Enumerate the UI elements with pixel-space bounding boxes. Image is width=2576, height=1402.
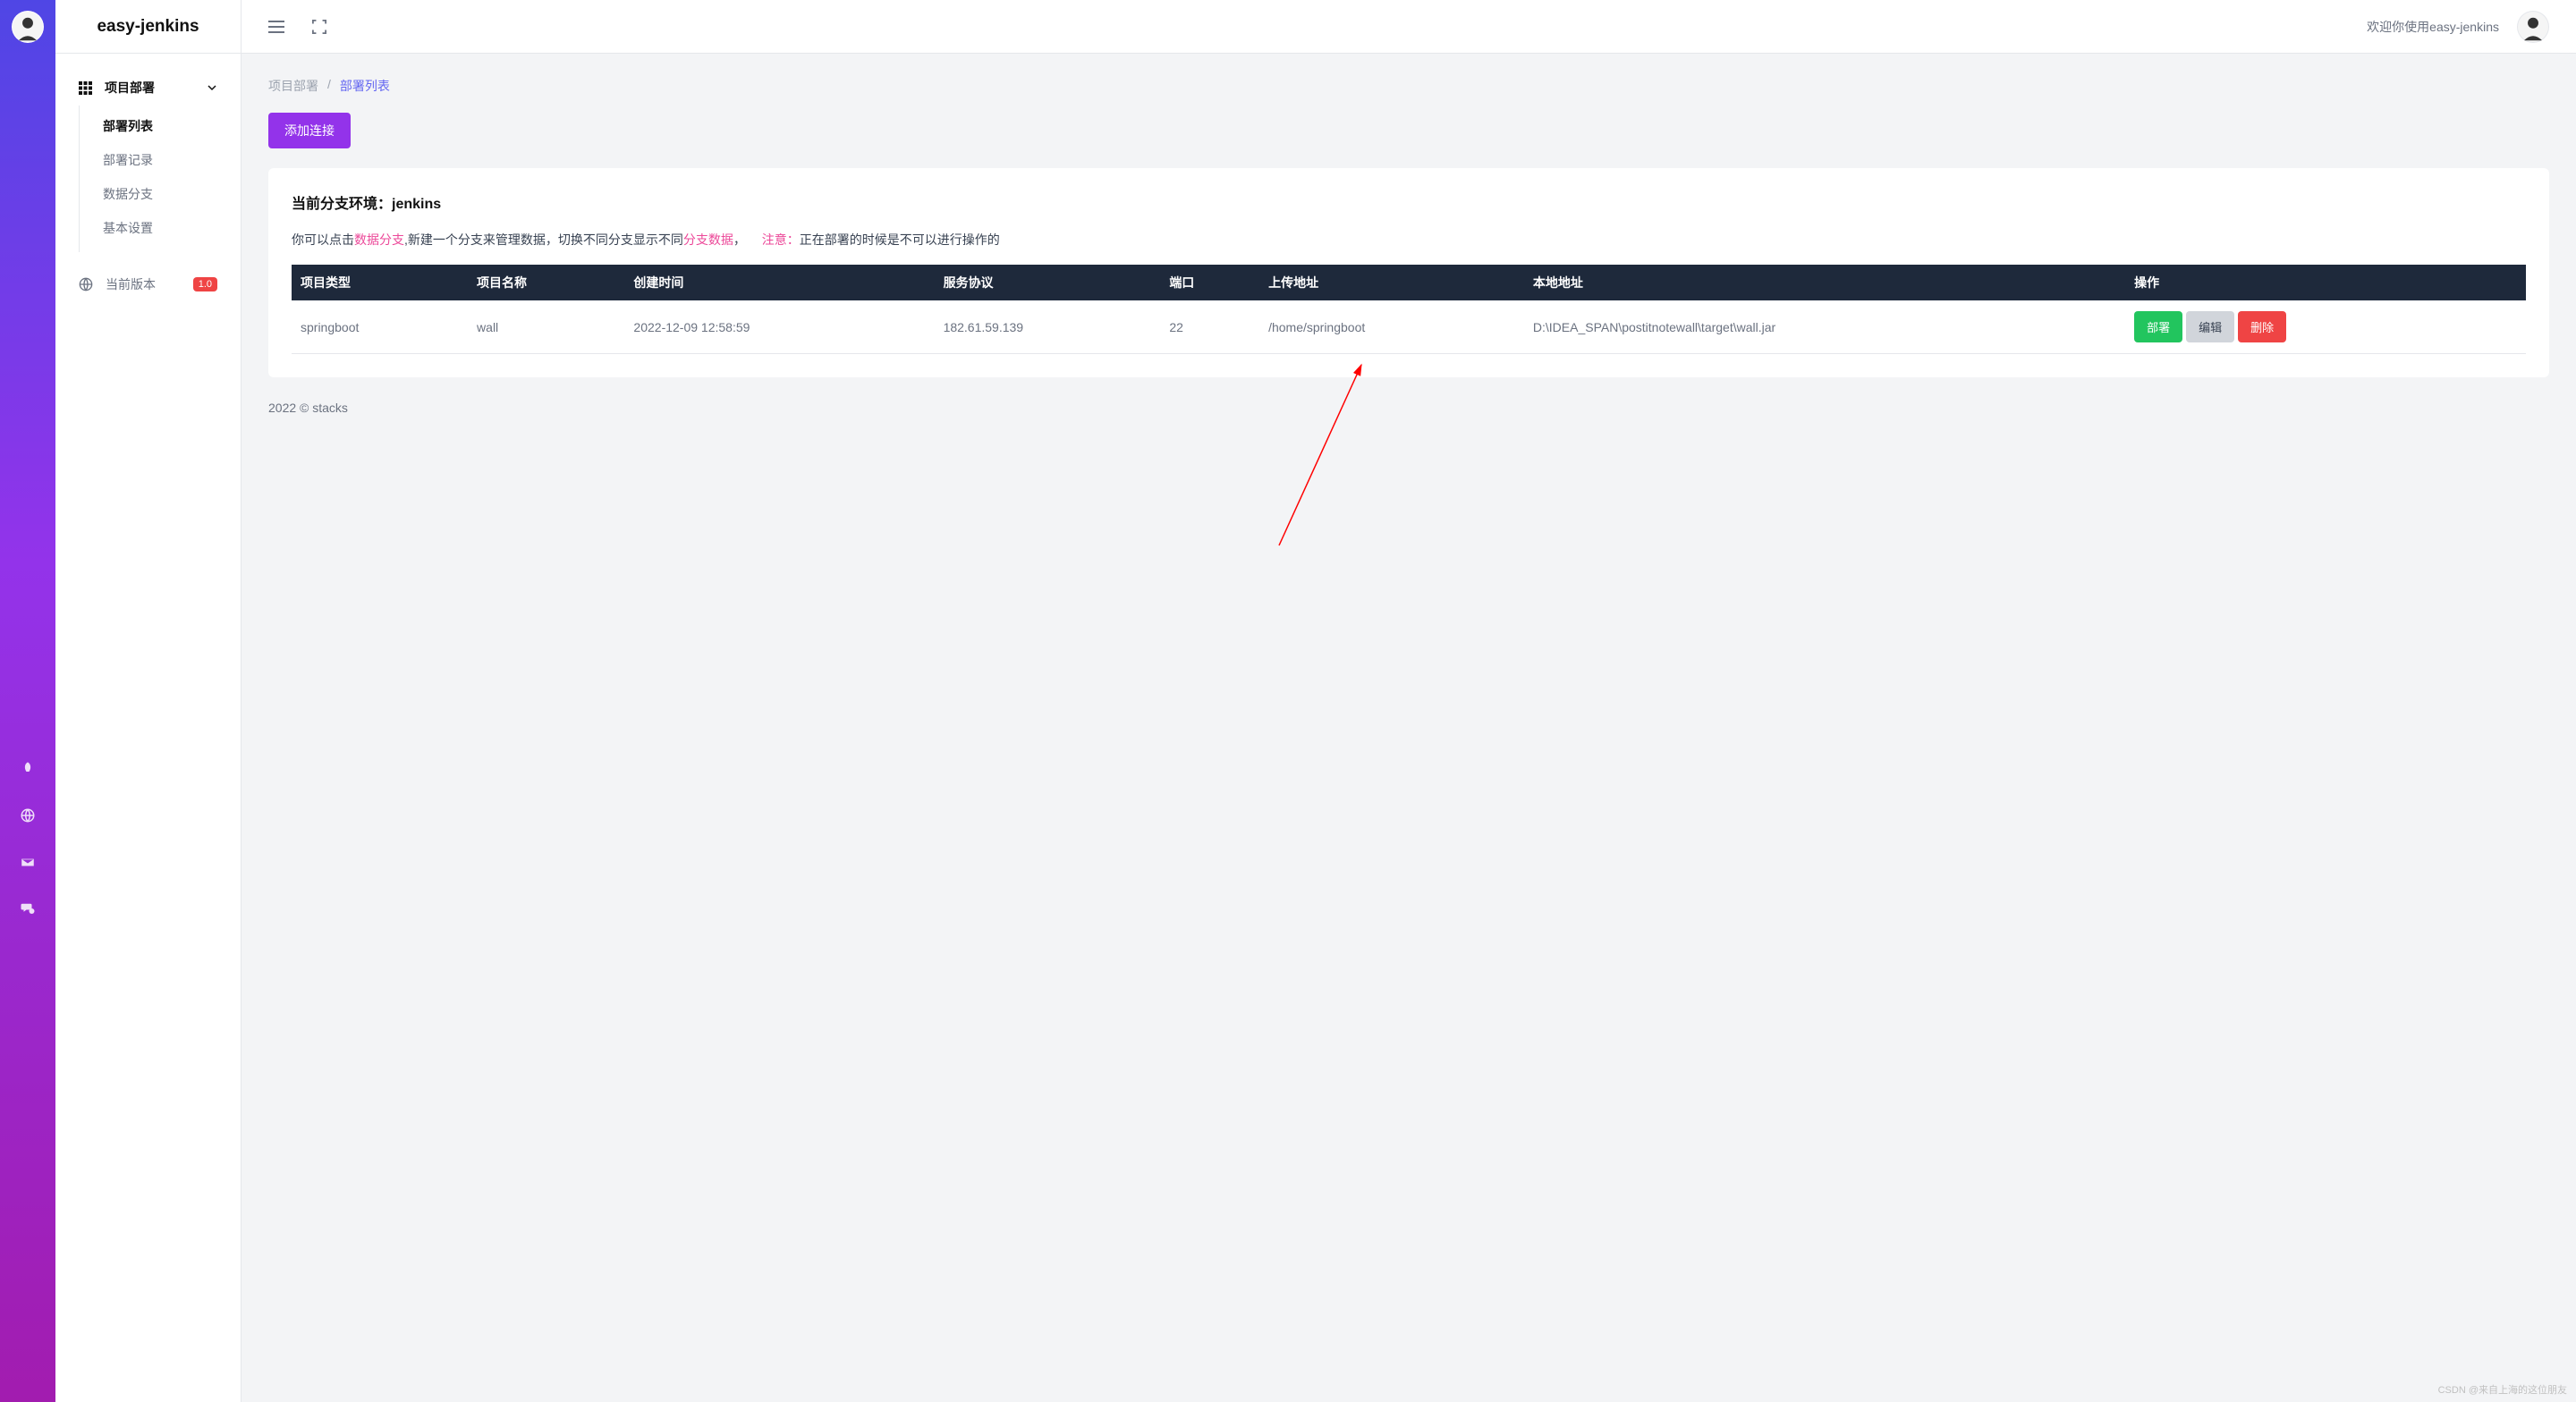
chevron-down-icon xyxy=(207,82,217,93)
cell-upload-path: /home/springboot xyxy=(1259,300,1524,354)
chat-icon[interactable] xyxy=(20,900,36,916)
note-mid: ,新建一个分支来管理数据，切换不同分支显示不同 xyxy=(404,232,683,247)
watermark: CSDN @来自上海的这位朋友 xyxy=(2438,1382,2567,1397)
deploy-button[interactable]: 部署 xyxy=(2134,311,2182,342)
th-local-path: 本地地址 xyxy=(1524,265,2125,300)
grid-icon xyxy=(79,81,92,95)
cell-project-type: springboot xyxy=(292,300,468,354)
breadcrumb-parent[interactable]: 项目部署 xyxy=(268,77,318,95)
th-port: 端口 xyxy=(1160,265,1259,300)
breadcrumb: 项目部署 / 部署列表 xyxy=(268,77,2549,95)
cell-local-path: D:\IDEA_SPAN\postitnotewall\target\wall.… xyxy=(1524,300,2125,354)
edit-button[interactable]: 编辑 xyxy=(2186,311,2234,342)
deploy-table: 项目类型 项目名称 创建时间 服务协议 端口 上传地址 本地地址 操作 spri xyxy=(292,265,2526,354)
th-project-type: 项目类型 xyxy=(292,265,468,300)
hamburger-icon[interactable] xyxy=(268,21,284,33)
submenu-deploy-list[interactable]: 部署列表 xyxy=(80,109,241,143)
th-actions: 操作 xyxy=(2125,265,2526,300)
inbox-icon[interactable] xyxy=(20,854,36,870)
card-note: 你可以点击数据分支,新建一个分支来管理数据，切换不同分支显示不同分支数据， 注意… xyxy=(292,231,2526,249)
footer-text: 2022 © stacks xyxy=(268,401,2549,415)
sidebar: easy-jenkins 项目部署 部署列表 部署记录 数据分支 基本设置 当前… xyxy=(55,0,242,1402)
globe-icon xyxy=(79,277,93,291)
th-upload-path: 上传地址 xyxy=(1259,265,1524,300)
topbar: 欢迎你使用easy-jenkins xyxy=(242,0,2576,54)
submenu-deploy-records[interactable]: 部署记录 xyxy=(80,143,241,177)
topbar-avatar[interactable] xyxy=(2517,11,2549,43)
card-title: 当前分支环境：jenkins xyxy=(292,191,2526,213)
brand-title[interactable]: easy-jenkins xyxy=(55,0,241,54)
menu-parent-deploy[interactable]: 项目部署 xyxy=(55,70,241,106)
warn-label: 注意： xyxy=(762,232,800,247)
cell-create-time: 2022-12-09 12:58:59 xyxy=(624,300,934,354)
note-prefix: 你可以点击 xyxy=(292,232,354,247)
th-project-name: 项目名称 xyxy=(468,265,624,300)
delete-button[interactable]: 删除 xyxy=(2238,311,2286,342)
fullscreen-icon[interactable] xyxy=(311,20,327,34)
menu-current-version[interactable]: 当前版本 1.0 xyxy=(55,265,241,304)
cell-service-protocol: 182.61.59.139 xyxy=(935,300,1161,354)
version-badge: 1.0 xyxy=(193,277,217,291)
submenu: 部署列表 部署记录 数据分支 基本设置 xyxy=(79,106,241,252)
link-branch-data[interactable]: 分支数据 xyxy=(683,232,733,247)
welcome-text: 欢迎你使用easy-jenkins xyxy=(2367,18,2499,36)
avatar-icon xyxy=(13,12,43,42)
left-rail xyxy=(0,0,55,1402)
rail-avatar[interactable] xyxy=(12,11,44,43)
menu-parent-label: 项目部署 xyxy=(105,79,155,97)
annotation-arrow xyxy=(1243,358,1404,563)
submenu-basic-settings[interactable]: 基本设置 xyxy=(80,211,241,245)
cell-project-name: wall xyxy=(468,300,624,354)
link-data-branch[interactable]: 数据分支 xyxy=(354,232,404,247)
cell-actions: 部署编辑删除 xyxy=(2125,300,2526,354)
breadcrumb-current: 部署列表 xyxy=(340,77,390,95)
th-service-protocol: 服务协议 xyxy=(935,265,1161,300)
warn-text: 正在部署的时候是不可以进行操作的 xyxy=(800,232,1000,247)
globe-icon[interactable] xyxy=(20,807,36,823)
th-create-time: 创建时间 xyxy=(624,265,934,300)
note-comma: ， xyxy=(733,232,746,247)
cell-port: 22 xyxy=(1160,300,1259,354)
submenu-data-branch[interactable]: 数据分支 xyxy=(80,177,241,211)
version-label: 当前版本 xyxy=(106,275,156,293)
breadcrumb-separator: / xyxy=(327,77,331,95)
rocket-icon[interactable] xyxy=(20,761,36,777)
content-card: 当前分支环境：jenkins 你可以点击数据分支,新建一个分支来管理数据，切换不… xyxy=(268,168,2549,377)
add-connection-button[interactable]: 添加连接 xyxy=(268,113,351,148)
table-row: springboot wall 2022-12-09 12:58:59 182.… xyxy=(292,300,2526,354)
main-area: 欢迎你使用easy-jenkins 项目部署 / 部署列表 添加连接 当前分支环… xyxy=(242,0,2576,1402)
avatar-icon xyxy=(2518,12,2548,42)
